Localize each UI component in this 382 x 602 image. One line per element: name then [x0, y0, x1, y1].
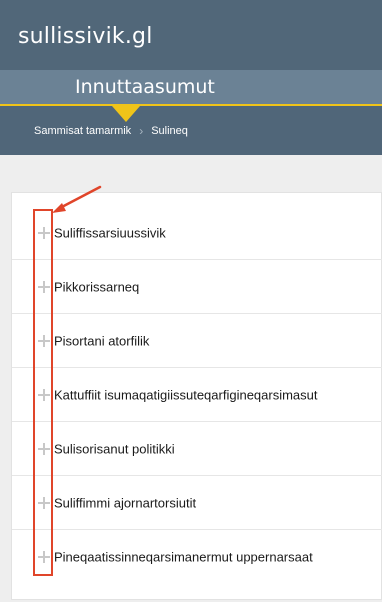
chevron-right-icon: ›	[139, 124, 144, 138]
section-pointer-icon	[112, 106, 140, 122]
list-item[interactable]: Suliffimmi ajornartorsiutit	[12, 476, 382, 530]
list-item-label: Kattuffiit isumaqatigiissuteqarfigineqar…	[54, 387, 318, 402]
breadcrumb-item-current[interactable]: Sulineq	[151, 125, 188, 137]
list-item-label: Pineqaatissinneqarsimanermut uppernarsaa…	[54, 549, 313, 565]
section-title[interactable]: Innuttaasumut	[75, 76, 215, 98]
list-item[interactable]: Pisortani atorfilik	[12, 314, 382, 368]
list-item[interactable]: Pineqaatissinneqarsimanermut uppernarsaa…	[12, 530, 382, 584]
list-item-label: Sulisorisanut politikki	[54, 441, 175, 456]
list-item-label: Suliffimmi ajornartorsiutit	[54, 495, 197, 510]
section-bar: Innuttaasumut	[0, 70, 382, 106]
annotation-highlight-box	[33, 209, 53, 576]
breadcrumb-item-home[interactable]: Sammisat tamarmik	[34, 125, 131, 137]
accordion-panel: Suliffissarsiuussivik Pikkorissarneq Pis…	[11, 192, 382, 600]
breadcrumb: Sammisat tamarmik › Sulineq	[34, 124, 188, 138]
list-item[interactable]: Sulisorisanut politikki	[12, 422, 382, 476]
list-item-label: Suliffissarsiuussivik	[54, 225, 166, 240]
list-item-label: Pikkorissarneq	[54, 279, 140, 294]
site-bar: sullissivik.gl	[0, 0, 382, 70]
site-header: sullissivik.gl Innuttaasumut Sammisat ta…	[0, 0, 382, 155]
list-item-label: Pisortani atorfilik	[54, 333, 150, 348]
list-item[interactable]: Kattuffiit isumaqatigiissuteqarfigineqar…	[12, 368, 382, 422]
site-logo[interactable]: sullissivik.gl	[18, 24, 153, 49]
list-item[interactable]: Pikkorissarneq	[12, 260, 382, 314]
annotation-arrow-icon	[52, 185, 102, 213]
